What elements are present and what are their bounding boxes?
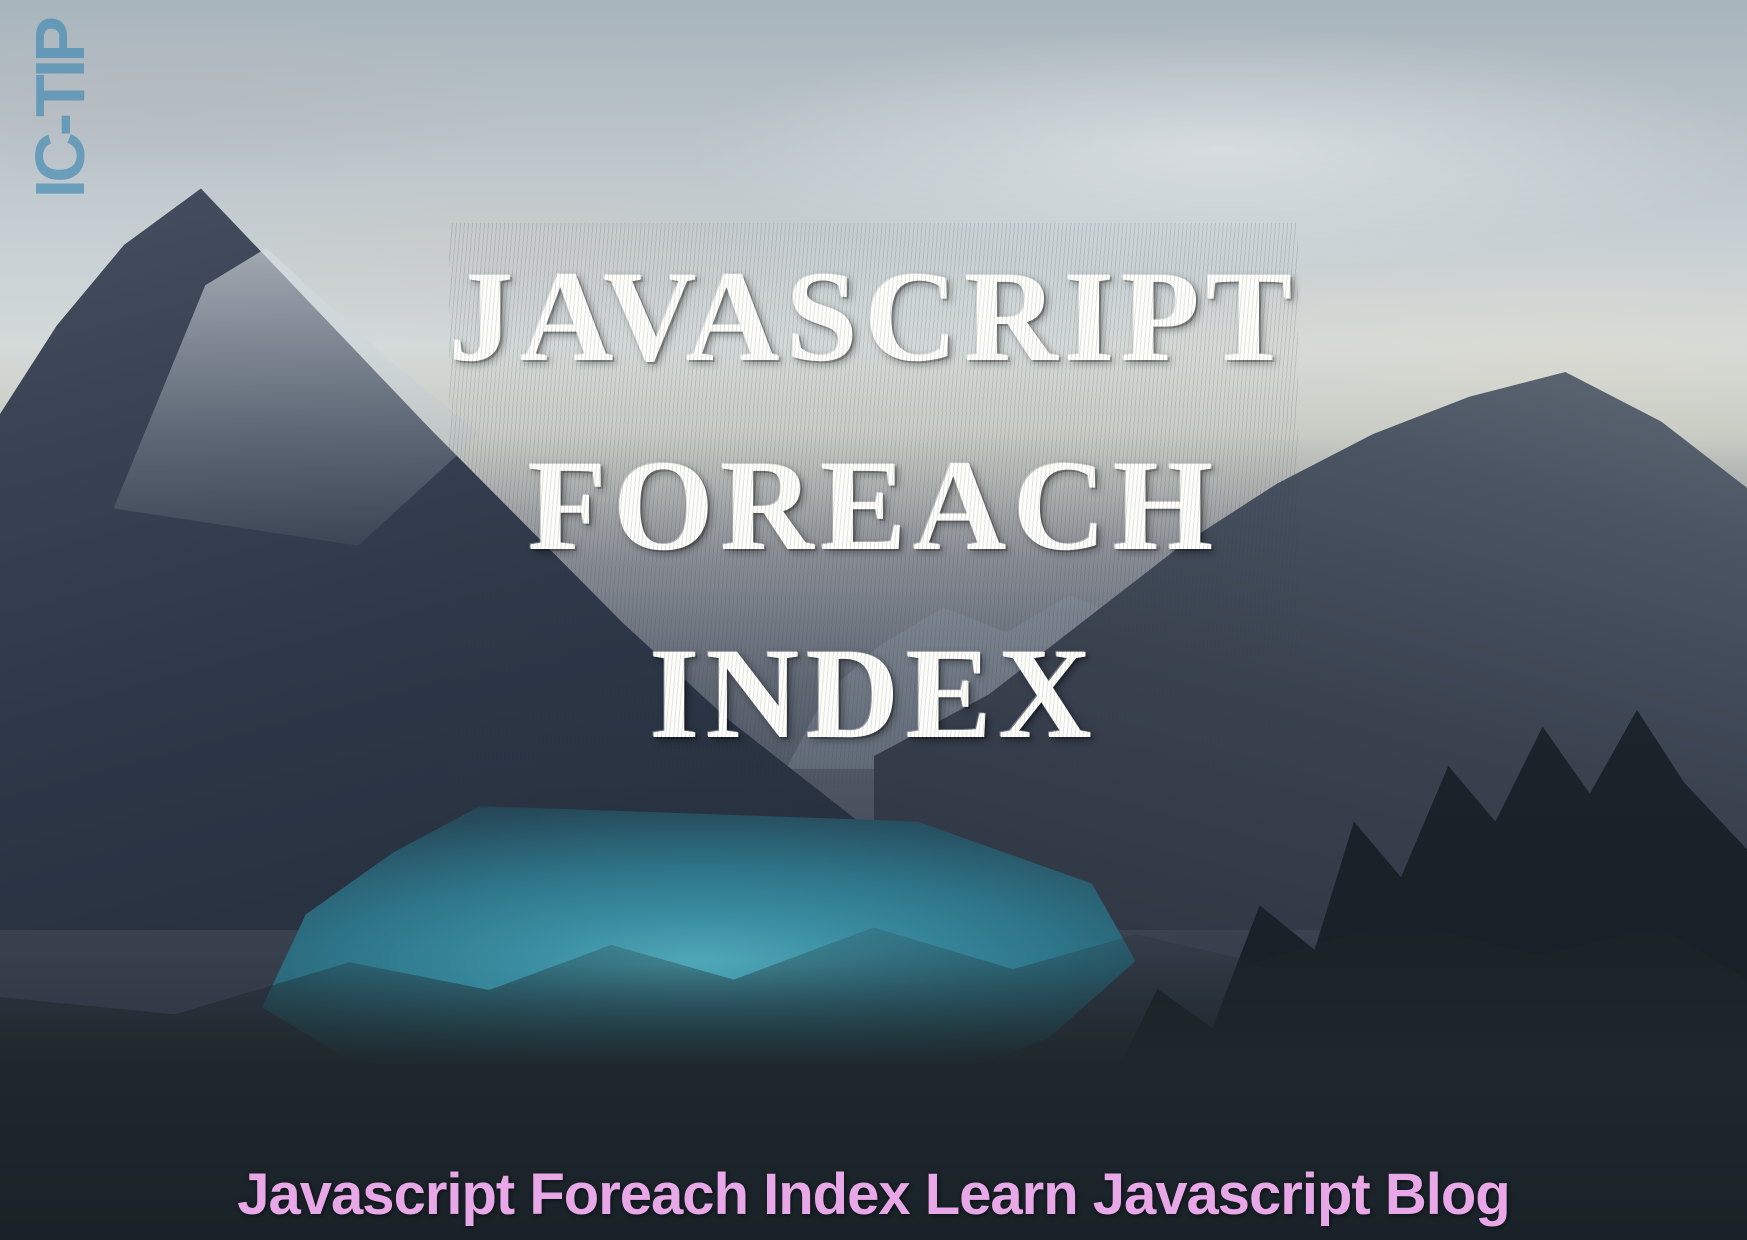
hero-line-1: JAVASCRIPT — [449, 223, 1299, 412]
watermark-text: IC-TIP — [20, 20, 100, 198]
hero-line-2: FOREACH — [449, 412, 1299, 601]
hero-line-3: INDEX — [449, 600, 1299, 789]
caption-text: Javascript Foreach Index Learn Javascrip… — [0, 1161, 1747, 1228]
hero-title: JAVASCRIPT FOREACH INDEX — [449, 223, 1299, 789]
